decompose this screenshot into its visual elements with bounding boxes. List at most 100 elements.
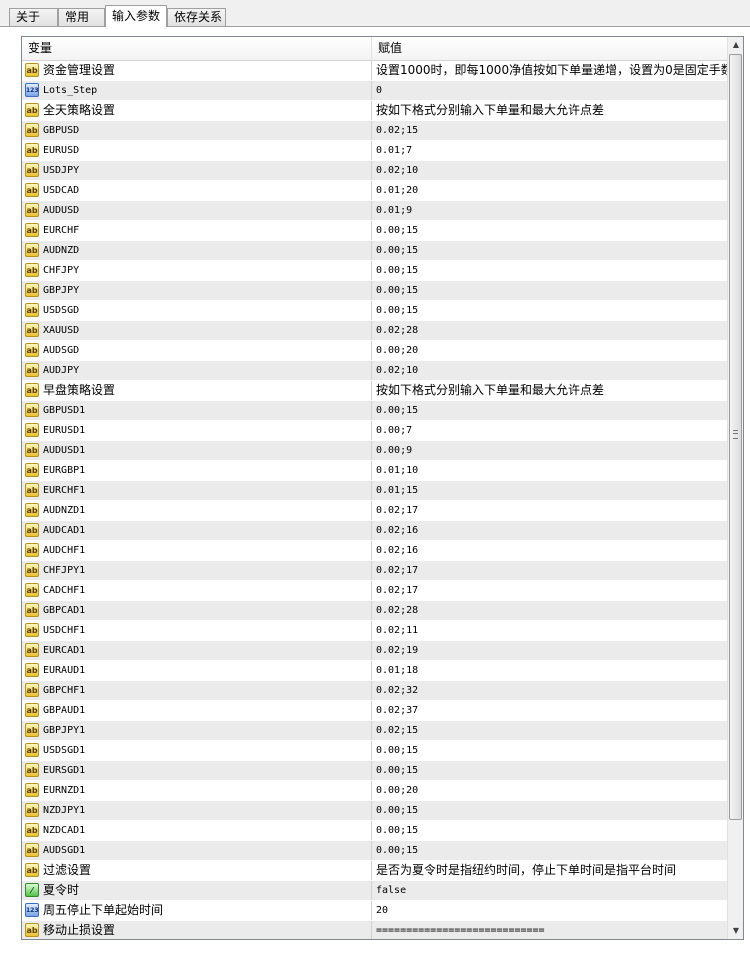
variable-cell[interactable]: ab GBPUSD xyxy=(22,121,372,140)
variable-cell[interactable]: 123 周五停止下单起始时间 xyxy=(22,901,372,920)
value-cell[interactable]: 0.01;9 xyxy=(372,201,727,220)
table-row[interactable]: ab GBPAUD1 0.02;37 xyxy=(22,701,727,721)
variable-cell[interactable]: ab EURAUD1 xyxy=(22,661,372,680)
value-cell[interactable]: false xyxy=(372,881,727,900)
table-row[interactable]: ab CHFJPY 0.00;15 xyxy=(22,261,727,281)
value-cell[interactable]: 0.00;15 xyxy=(372,841,727,860)
table-row[interactable]: ab XAUUSD 0.02;28 xyxy=(22,321,727,341)
variable-cell[interactable]: ab NZDCAD1 xyxy=(22,821,372,840)
value-cell[interactable]: 0.02;10 xyxy=(372,361,727,380)
variable-cell[interactable]: ab 过滤设置 xyxy=(22,861,372,880)
table-row[interactable]: ab NZDJPY1 0.00;15 xyxy=(22,801,727,821)
value-cell[interactable]: 0.02;28 xyxy=(372,601,727,620)
variable-cell[interactable]: ab AUDNZD1 xyxy=(22,501,372,520)
value-cell[interactable]: 0.02;15 xyxy=(372,721,727,740)
value-cell[interactable]: 0.02;17 xyxy=(372,561,727,580)
table-row[interactable]: ab AUDNZD 0.00;15 xyxy=(22,241,727,261)
table-row[interactable]: ab CHFJPY1 0.02;17 xyxy=(22,561,727,581)
table-row[interactable]: ab EURCHF 0.00;15 xyxy=(22,221,727,241)
table-row[interactable]: ab AUDUSD 0.01;9 xyxy=(22,201,727,221)
tab-common[interactable]: 常用 xyxy=(58,8,105,26)
variable-cell[interactable]: ab AUDJPY xyxy=(22,361,372,380)
variable-cell[interactable]: ab EURCHF1 xyxy=(22,481,372,500)
variable-cell[interactable]: ab GBPUSD1 xyxy=(22,401,372,420)
table-row[interactable]: ab 早盘策略设置 按如下格式分别输入下单量和最大允许点差 xyxy=(22,381,727,401)
table-row[interactable]: ab 全天策略设置 按如下格式分别输入下单量和最大允许点差 xyxy=(22,101,727,121)
table-row[interactable]: ab USDJPY 0.02;10 xyxy=(22,161,727,181)
value-cell[interactable]: 0.01;10 xyxy=(372,461,727,480)
value-cell[interactable]: 0.02;15 xyxy=(372,121,727,140)
variable-cell[interactable]: ab EURSGD1 xyxy=(22,761,372,780)
variable-cell[interactable]: ab AUDCAD1 xyxy=(22,521,372,540)
variable-cell[interactable]: ab USDSGD xyxy=(22,301,372,320)
variable-cell[interactable]: ab USDCAD xyxy=(22,181,372,200)
value-cell[interactable]: ============================ xyxy=(372,921,727,939)
table-row[interactable]: ab AUDUSD1 0.00;9 xyxy=(22,441,727,461)
table-row[interactable]: ab EURAUD1 0.01;18 xyxy=(22,661,727,681)
table-row[interactable]: ab AUDJPY 0.02;10 xyxy=(22,361,727,381)
variable-cell[interactable]: ab EURNZD1 xyxy=(22,781,372,800)
table-row[interactable]: ab 移动止损设置 ============================ xyxy=(22,921,727,939)
value-cell[interactable]: 0.01;18 xyxy=(372,661,727,680)
scroll-thumb[interactable] xyxy=(729,54,742,820)
value-cell[interactable]: 设置1000时，即每1000净值按如下单量递增，设置为0是固定手数 xyxy=(372,61,727,80)
value-cell[interactable]: 0.00;7 xyxy=(372,421,727,440)
value-cell[interactable]: 0.02;19 xyxy=(372,641,727,660)
table-row[interactable]: ab USDCHF1 0.02;11 xyxy=(22,621,727,641)
variable-cell[interactable]: ab GBPCAD1 xyxy=(22,601,372,620)
table-row[interactable]: ab GBPUSD 0.02;15 xyxy=(22,121,727,141)
variable-cell[interactable]: ab AUDUSD xyxy=(22,201,372,220)
tab-inputs[interactable]: 输入参数 xyxy=(105,5,167,27)
variable-cell[interactable]: ab USDCHF1 xyxy=(22,621,372,640)
value-cell[interactable]: 是否为夏令时是指纽约时间，停止下单时间是指平台时间 xyxy=(372,861,727,880)
variable-cell[interactable]: ab CHFJPY1 xyxy=(22,561,372,580)
value-cell[interactable]: 0.02;11 xyxy=(372,621,727,640)
table-row[interactable]: 123 Lots_Step 0 xyxy=(22,81,727,101)
value-cell[interactable]: 0.00;15 xyxy=(372,261,727,280)
variable-cell[interactable]: ab AUDCHF1 xyxy=(22,541,372,560)
table-row[interactable]: ab USDSGD1 0.00;15 xyxy=(22,741,727,761)
table-row[interactable]: ab USDSGD 0.00;15 xyxy=(22,301,727,321)
variable-cell[interactable]: ab 移动止损设置 xyxy=(22,921,372,939)
value-cell[interactable]: 0.02;16 xyxy=(372,541,727,560)
variable-cell[interactable]: ab GBPJPY1 xyxy=(22,721,372,740)
variable-cell[interactable]: ab AUDUSD1 xyxy=(22,441,372,460)
value-cell[interactable]: 0.00;15 xyxy=(372,741,727,760)
variable-cell[interactable]: ab NZDJPY1 xyxy=(22,801,372,820)
value-cell[interactable]: 0.01;20 xyxy=(372,181,727,200)
table-row[interactable]: ab EURNZD1 0.00;20 xyxy=(22,781,727,801)
value-cell[interactable]: 0.00;15 xyxy=(372,281,727,300)
value-cell[interactable]: 0.00;20 xyxy=(372,781,727,800)
variable-cell[interactable]: 123 Lots_Step xyxy=(22,81,372,100)
value-cell[interactable]: 0 xyxy=(372,81,727,100)
variable-cell[interactable]: ab USDJPY xyxy=(22,161,372,180)
value-cell[interactable]: 0.02;10 xyxy=(372,161,727,180)
variable-cell[interactable]: ab USDSGD1 xyxy=(22,741,372,760)
variable-cell[interactable]: ab EURUSD xyxy=(22,141,372,160)
scroll-down-icon[interactable]: ▼ xyxy=(728,923,743,939)
table-row[interactable]: ab GBPCHF1 0.02;32 xyxy=(22,681,727,701)
table-row[interactable]: ab GBPCAD1 0.02;28 xyxy=(22,601,727,621)
value-cell[interactable]: 0.02;17 xyxy=(372,581,727,600)
tab-dependencies[interactable]: 依存关系 xyxy=(167,8,226,26)
variable-cell[interactable]: ab GBPAUD1 xyxy=(22,701,372,720)
table-row[interactable]: ab EURCAD1 0.02;19 xyxy=(22,641,727,661)
variable-cell[interactable]: ab 早盘策略设置 xyxy=(22,381,372,400)
variable-cell[interactable]: ab EURCAD1 xyxy=(22,641,372,660)
vertical-scrollbar[interactable]: ▲ ▼ xyxy=(727,37,743,939)
value-cell[interactable]: 20 xyxy=(372,901,727,920)
table-row[interactable]: ab GBPJPY1 0.02;15 xyxy=(22,721,727,741)
table-row[interactable]: ab NZDCAD1 0.00;15 xyxy=(22,821,727,841)
table-row[interactable]: ab EURUSD 0.01;7 xyxy=(22,141,727,161)
value-cell[interactable]: 0.00;15 xyxy=(372,801,727,820)
column-header-variable[interactable]: 变量 xyxy=(22,37,372,60)
variable-cell[interactable]: ab CADCHF1 xyxy=(22,581,372,600)
table-row[interactable]: 123 周五停止下单起始时间 20 xyxy=(22,901,727,921)
variable-cell[interactable]: ab AUDNZD xyxy=(22,241,372,260)
value-cell[interactable]: 0.02;32 xyxy=(372,681,727,700)
table-row[interactable]: ab EURSGD1 0.00;15 xyxy=(22,761,727,781)
table-row[interactable]: ab USDCAD 0.01;20 xyxy=(22,181,727,201)
table-row[interactable]: ab EURGBP1 0.01;10 xyxy=(22,461,727,481)
variable-cell[interactable]: ab EURUSD1 xyxy=(22,421,372,440)
value-cell[interactable]: 按如下格式分别输入下单量和最大允许点差 xyxy=(372,381,727,400)
